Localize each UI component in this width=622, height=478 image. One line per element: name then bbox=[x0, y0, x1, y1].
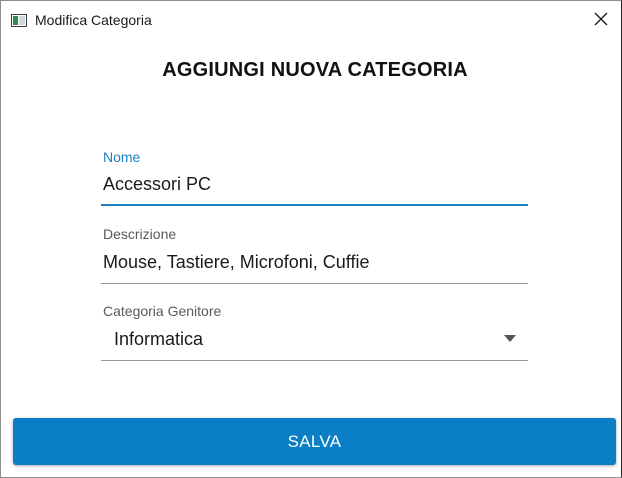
descrizione-label: Descrizione bbox=[103, 226, 177, 242]
nome-field-group: Nome bbox=[101, 149, 528, 209]
window-title: Modifica Categoria bbox=[35, 12, 152, 28]
categoria-genitore-underline bbox=[101, 360, 528, 361]
descrizione-input[interactable] bbox=[103, 252, 523, 273]
categoria-genitore-label: Categoria Genitore bbox=[103, 303, 222, 319]
nome-underline bbox=[101, 204, 528, 206]
dialog-window: Modifica Categoria AGGIUNGI NUOVA CATEGO… bbox=[0, 0, 622, 478]
descrizione-field-group: Descrizione bbox=[101, 226, 528, 286]
chevron-down-icon[interactable] bbox=[504, 335, 516, 342]
categoria-genitore-selected-value: Informatica bbox=[114, 329, 204, 349]
title-bar: Modifica Categoria bbox=[1, 1, 621, 41]
nome-label: Nome bbox=[103, 149, 141, 165]
window-app-icon bbox=[11, 14, 27, 27]
close-button[interactable] bbox=[587, 7, 615, 35]
save-button[interactable]: SALVA bbox=[13, 418, 616, 465]
categoria-genitore-field-group: Categoria Genitore Informatica bbox=[101, 303, 528, 363]
nome-input[interactable] bbox=[103, 174, 523, 195]
descrizione-underline bbox=[101, 283, 528, 284]
dialog-heading: AGGIUNGI NUOVA CATEGORIA bbox=[162, 59, 468, 81]
close-icon bbox=[594, 12, 608, 31]
